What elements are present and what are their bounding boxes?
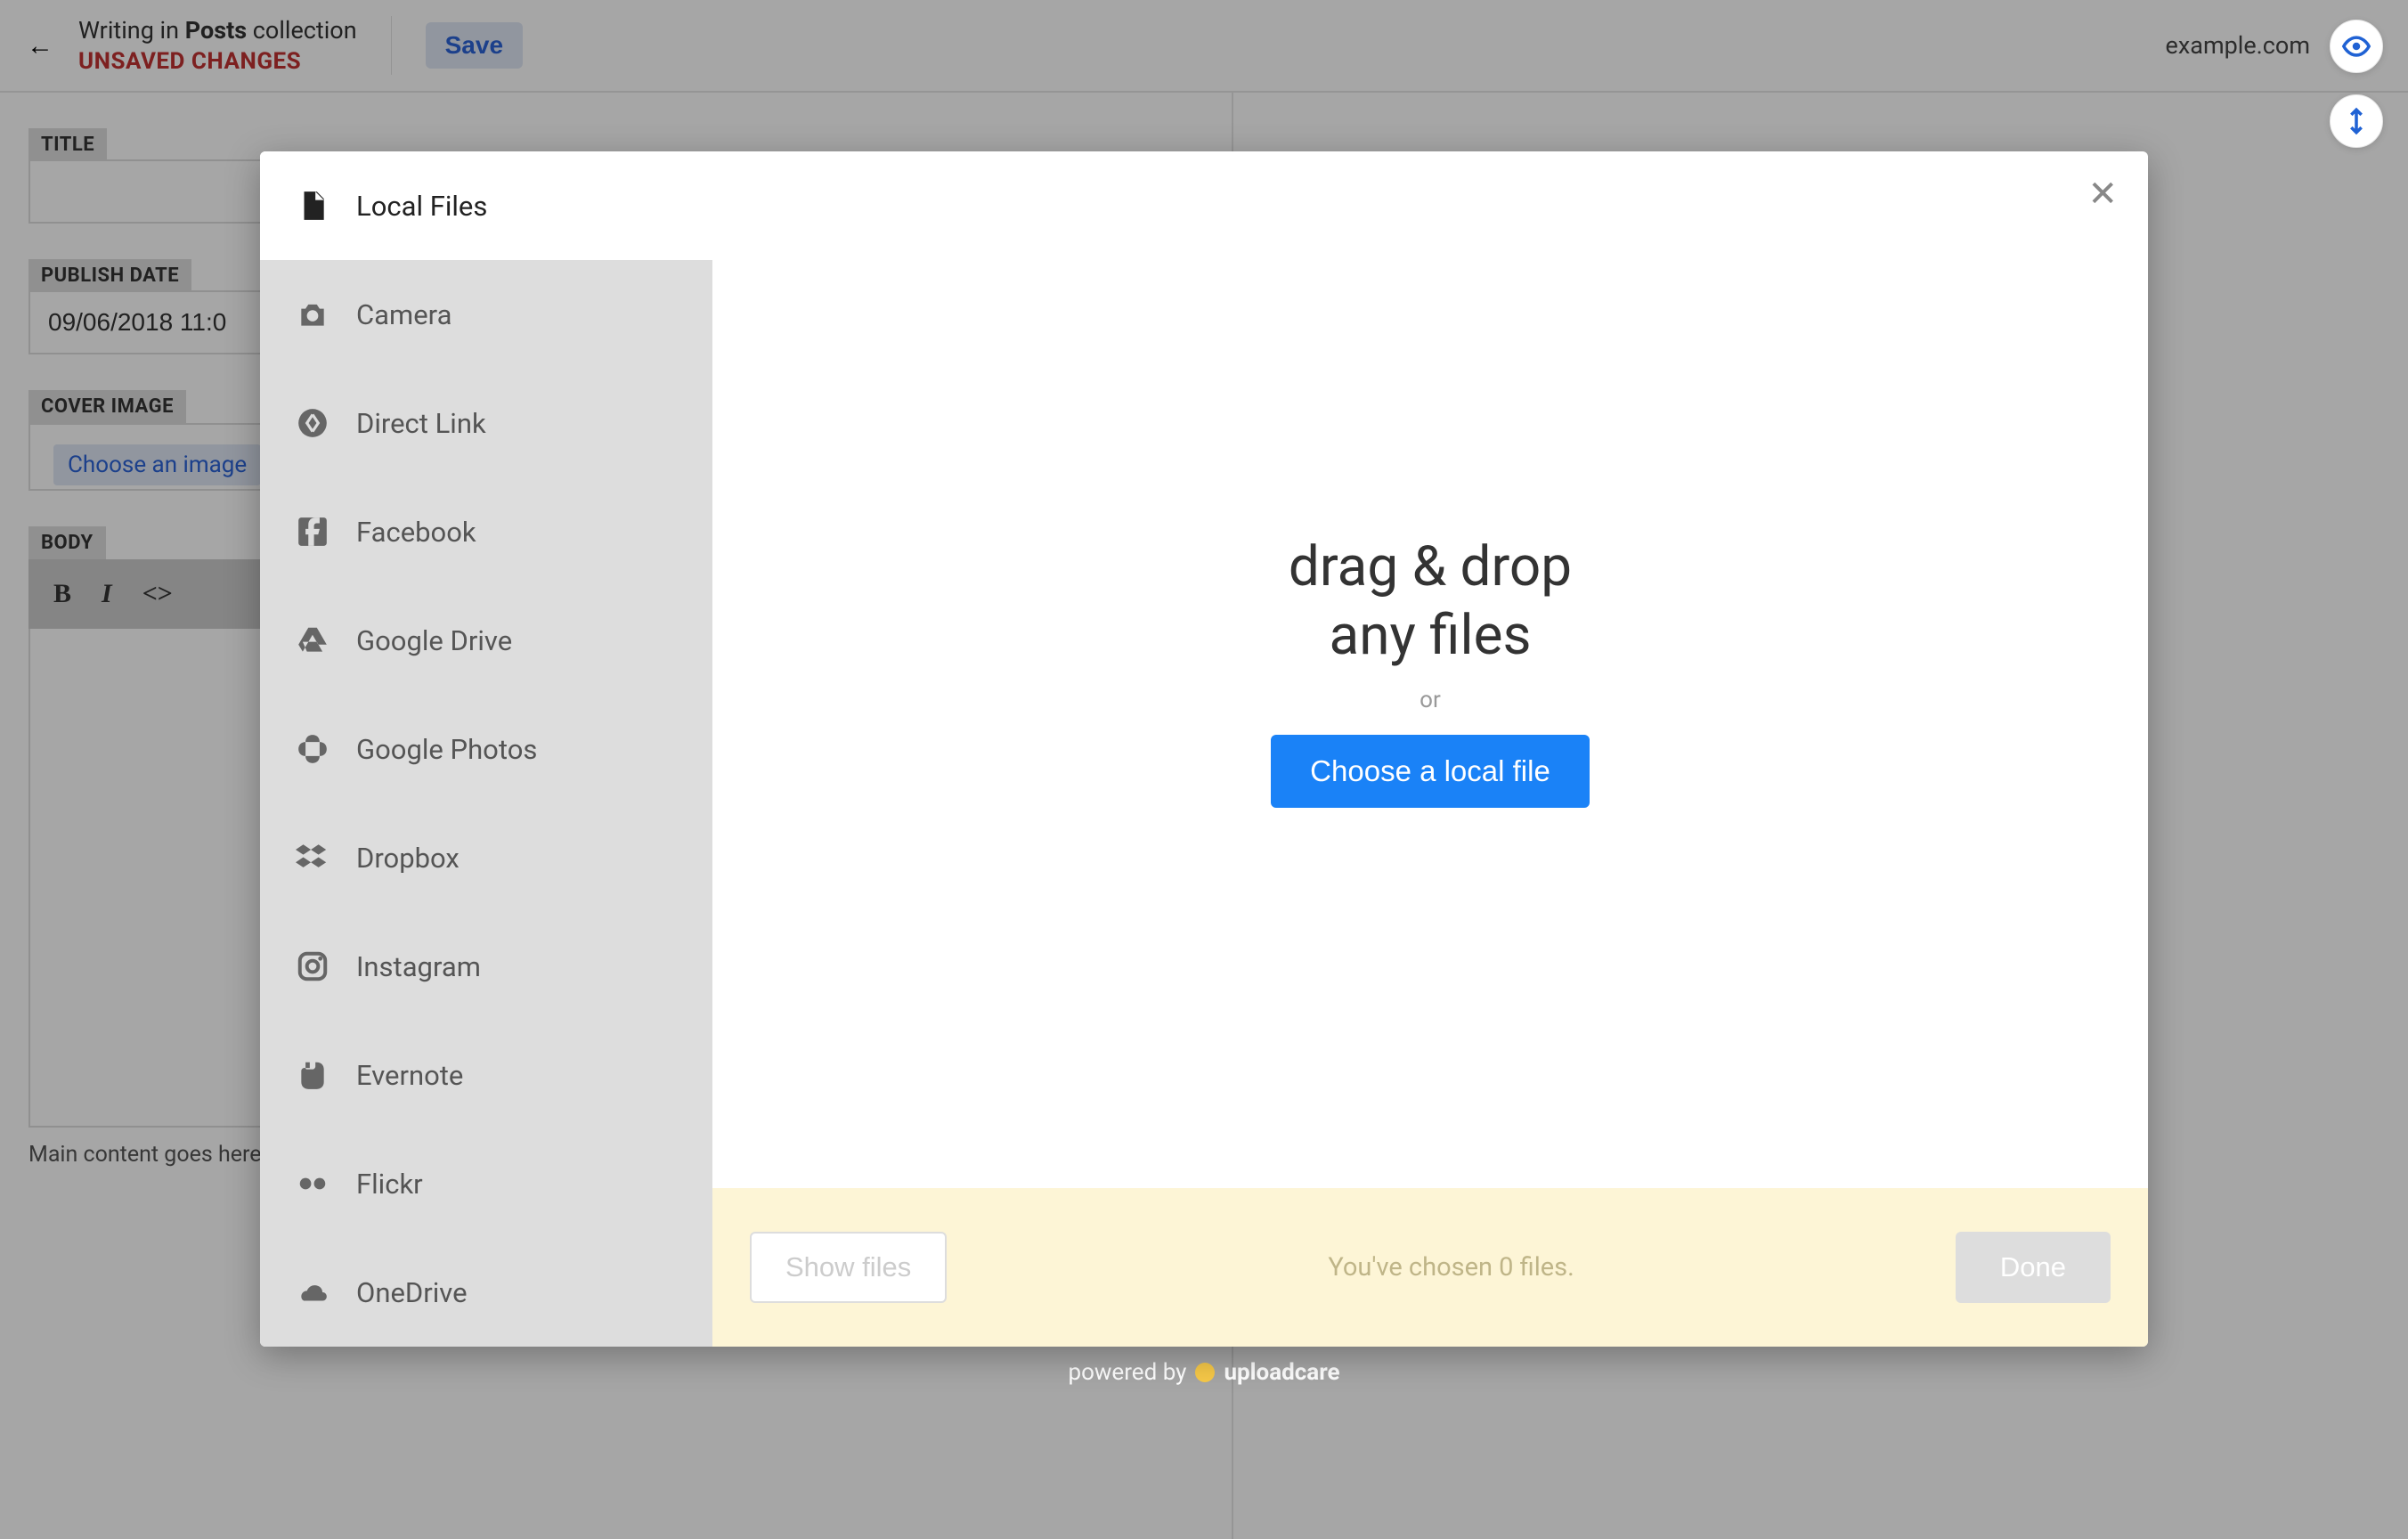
camera-icon (296, 297, 329, 331)
gphotos-icon (296, 732, 329, 766)
uploadcare-logo-icon (1195, 1363, 1215, 1382)
source-link[interactable]: Direct Link (260, 369, 712, 477)
source-label: Dropbox (356, 842, 460, 875)
source-gphotos[interactable]: Google Photos (260, 695, 712, 803)
drop-zone[interactable]: drag & dropany files or Choose a local f… (712, 151, 2148, 1188)
source-label: OneDrive (356, 1276, 468, 1309)
source-label: Facebook (356, 516, 476, 549)
close-icon[interactable]: ✕ (2087, 173, 2118, 215)
choose-local-file-button[interactable]: Choose a local file (1271, 735, 1590, 808)
source-label: Camera (356, 298, 452, 331)
source-label: Local Files (356, 190, 487, 223)
source-gdrive[interactable]: Google Drive (260, 586, 712, 695)
source-file[interactable]: Local Files (260, 151, 712, 260)
file-count-text: You've chosen 0 files. (1328, 1252, 1574, 1282)
gdrive-icon (296, 623, 329, 657)
source-onedrive[interactable]: OneDrive (260, 1238, 712, 1347)
source-dropbox[interactable]: Dropbox (260, 803, 712, 912)
powered-by: powered by uploadcare (1068, 1359, 1339, 1386)
source-label: Instagram (356, 950, 481, 983)
dropbox-icon (296, 841, 329, 875)
onedrive-icon (296, 1275, 329, 1309)
done-button[interactable]: Done (1956, 1232, 2111, 1303)
instagram-icon (296, 949, 329, 983)
source-camera[interactable]: Camera (260, 260, 712, 369)
source-list: Local Files Camera Direct Link Facebook Goog… (260, 151, 712, 1347)
modal-footer: Show files You've chosen 0 files. Done (712, 1188, 2148, 1347)
source-facebook[interactable]: Facebook (260, 477, 712, 586)
facebook-icon (296, 515, 329, 549)
source-evernote[interactable]: Evernote (260, 1021, 712, 1129)
source-label: Direct Link (356, 407, 486, 440)
drop-or: or (1420, 687, 1441, 713)
source-instagram[interactable]: Instagram (260, 912, 712, 1021)
source-label: Evernote (356, 1059, 463, 1092)
source-label: Google Drive (356, 624, 512, 657)
link-icon (296, 406, 329, 440)
source-flickr[interactable]: Flickr (260, 1129, 712, 1238)
upload-modal-wrap: ✕ Local Files Camera Direct Link Facebook Go… (0, 0, 2408, 1539)
source-label: Google Photos (356, 733, 537, 766)
drop-heading: drag & dropany files (1289, 533, 1572, 671)
source-label: Flickr (356, 1168, 423, 1201)
show-files-button[interactable]: Show files (750, 1232, 947, 1303)
flickr-icon (296, 1167, 329, 1201)
evernote-icon (296, 1058, 329, 1092)
upload-modal: ✕ Local Files Camera Direct Link Facebook Go… (260, 151, 2148, 1347)
file-icon (296, 189, 329, 223)
